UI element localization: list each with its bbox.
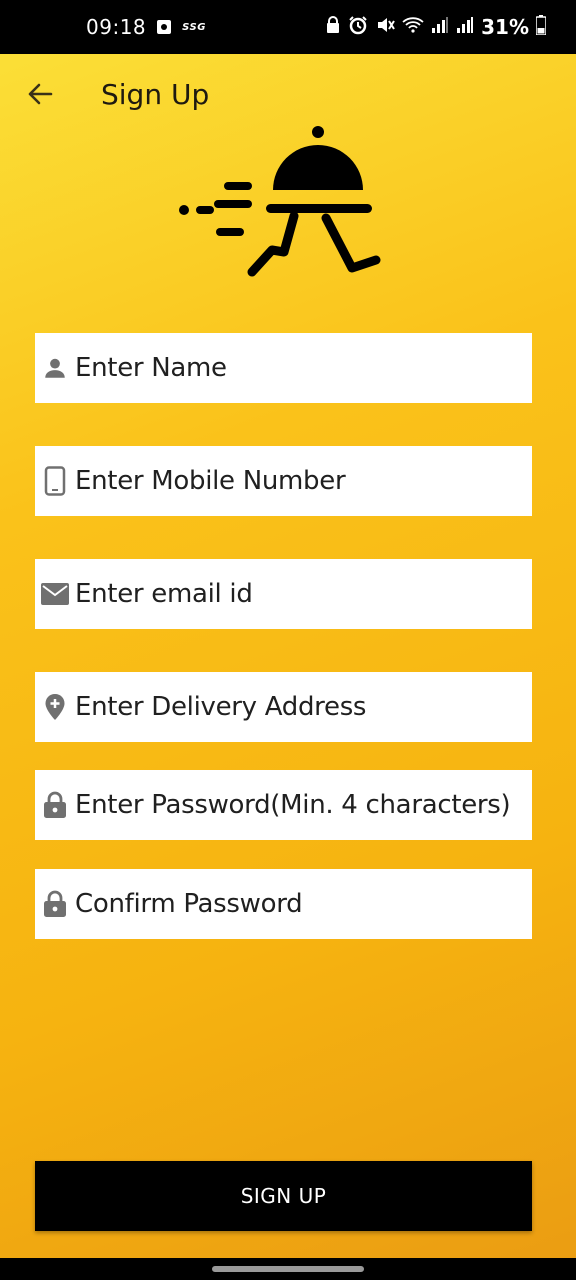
status-left: 09:18 SSG [86, 0, 206, 54]
mobile-field[interactable]: Enter Mobile Number [35, 446, 532, 516]
name-field[interactable]: Enter Name [35, 333, 532, 403]
phone-icon [39, 465, 71, 497]
status-right: 31% [325, 0, 547, 54]
wifi-icon [402, 16, 424, 38]
signal-icon [431, 16, 449, 38]
signal-icon [456, 16, 474, 38]
delivery-runner-icon [179, 126, 381, 277]
delivery-logo [176, 124, 384, 284]
address-placeholder: Enter Delivery Address [75, 692, 367, 722]
password-placeholder: Enter Password(Min. 4 characters) [75, 790, 511, 820]
email-placeholder: Enter email id [75, 579, 253, 609]
battery-percent: 31% [481, 15, 529, 39]
confirm-password-placeholder: Confirm Password [75, 889, 303, 919]
signup-button[interactable]: SIGN UP [35, 1161, 532, 1231]
back-button[interactable] [24, 80, 56, 112]
person-icon [39, 352, 71, 384]
carrier-badge: SSG [182, 21, 206, 33]
lock-icon [39, 888, 71, 920]
arrow-left-icon [27, 82, 53, 111]
home-indicator[interactable] [212, 1266, 364, 1272]
mail-icon [39, 578, 71, 610]
status-bar: 09:18 SSG 31% [0, 0, 576, 54]
lock-icon [39, 789, 71, 821]
mute-icon [375, 15, 395, 39]
location-pin-icon [39, 691, 71, 723]
alarm-icon [348, 15, 368, 39]
email-field[interactable]: Enter email id [35, 559, 532, 629]
mobile-placeholder: Enter Mobile Number [75, 466, 346, 496]
name-placeholder: Enter Name [75, 353, 227, 383]
address-field[interactable]: Enter Delivery Address [35, 672, 532, 742]
battery-icon [535, 15, 547, 39]
gallery-icon [156, 19, 172, 35]
confirm-password-field[interactable]: Confirm Password [35, 869, 532, 939]
page-title: Sign Up [101, 78, 210, 111]
lock-icon [325, 16, 341, 38]
status-time: 09:18 [86, 15, 147, 39]
password-field[interactable]: Enter Password(Min. 4 characters) [35, 770, 532, 840]
